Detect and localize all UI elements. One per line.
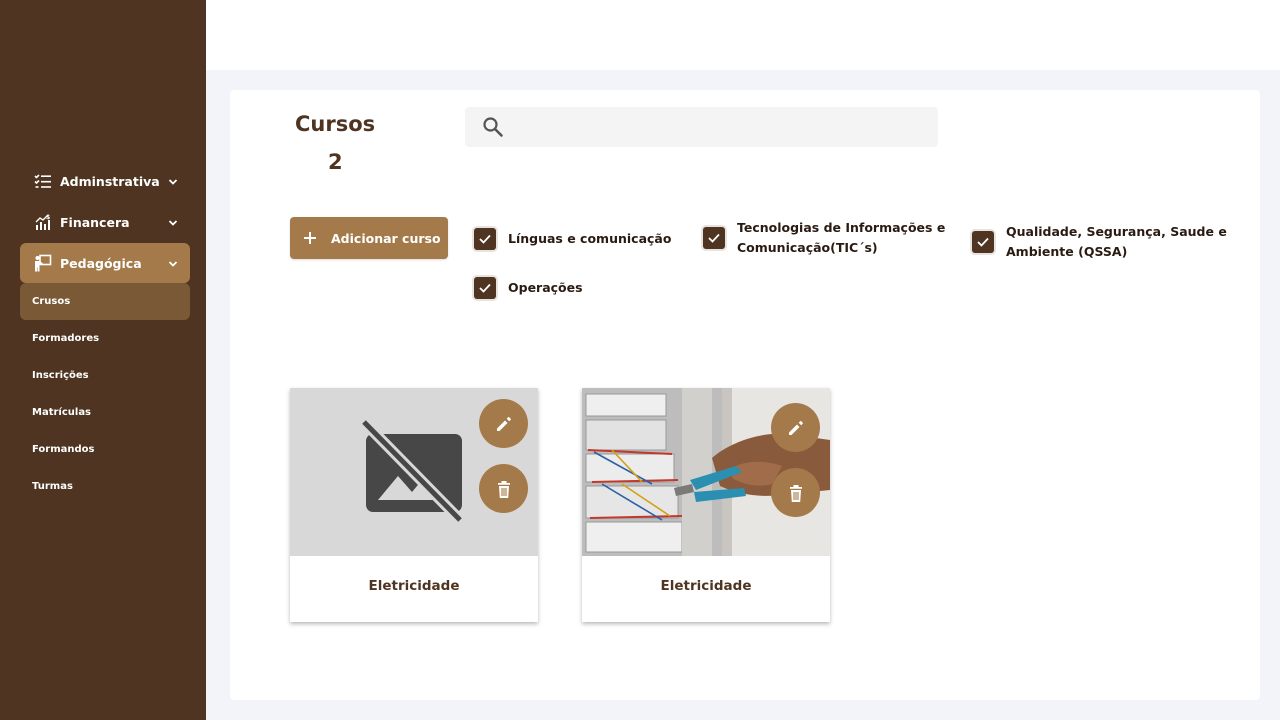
search-input[interactable] [513,113,923,141]
sidebar-subitem-label: Matrículas [32,407,92,418]
filter-label-line: Qualidade, Segurança, Saude e [1006,224,1227,239]
sidebar-item-pedagogica[interactable]: Pedagógica [20,243,190,283]
pencil-icon [496,416,511,431]
sidebar-subitem-label: Formandos [32,444,95,455]
delete-button[interactable] [771,468,820,517]
chevron-down-icon [168,175,178,190]
filter-label-line: Ambiente (QSSA) [1006,244,1128,259]
filter-label: Línguas e comunicação [508,231,672,246]
sidebar-subitem-formandos[interactable]: Formandos [20,431,190,468]
search-icon[interactable] [482,116,504,142]
sidebar-item-adminstrativa[interactable]: Adminstrativa [20,161,190,201]
course-title: Eletricidade [660,578,752,594]
filter-label-line: Comunicação(TIC´s) [737,240,878,255]
chevron-down-icon [168,216,178,231]
sidebar-subitem-label: Formadores [32,333,100,344]
checkbox-checked[interactable] [972,231,994,253]
sidebar-subitem-label: Crusos [32,296,71,307]
sidebar-subitem-label: Inscrições [32,370,89,381]
filter-label-line: Tecnologias de Informações e [737,220,946,235]
svg-text:$: $ [46,214,50,221]
course-count: 2 [328,150,343,174]
delete-button[interactable] [479,464,528,513]
checkbox-checked[interactable] [474,277,496,299]
list-icon [34,172,52,190]
sidebar-subitem-matriculas[interactable]: Matrículas [20,394,190,431]
sidebar: Adminstrativa $ Financera Pedagógica Cru… [0,0,206,720]
pencil-icon [788,420,803,435]
plus-icon [303,231,317,245]
finance-chart-icon: $ [34,213,52,231]
trash-icon [789,484,802,502]
course-card[interactable]: Eletricidade [582,388,830,622]
filter-label: Tecnologias de Informações e Comunicação… [737,218,945,258]
top-bar [206,0,1280,70]
sidebar-subitem-inscricoes[interactable]: Inscrições [20,357,190,394]
add-course-label: Adicionar curso [331,230,441,246]
sidebar-item-label: Adminstrativa [60,173,160,189]
filter-tics: Tecnologias de Informações e Comunicação… [703,218,945,258]
sidebar-subitem-label: Turmas [32,481,73,492]
course-title: Eletricidade [368,578,460,594]
page-title: Cursos [295,112,376,136]
filter-qssa: Qualidade, Segurança, Saude e Ambiente (… [972,222,1227,262]
sidebar-subitem-crusos[interactable]: Crusos [20,283,190,320]
sidebar-subitem-turmas[interactable]: Turmas [20,468,190,505]
chevron-down-icon [168,257,178,272]
edit-button[interactable] [771,403,820,452]
filter-operacoes: Operações [474,277,583,299]
sidebar-item-financera[interactable]: $ Financera [20,202,190,242]
course-card[interactable]: Eletricidade [290,388,538,622]
teacher-board-icon [34,254,52,272]
filter-label: Qualidade, Segurança, Saude e Ambiente (… [1006,222,1227,262]
search-bar [465,107,938,147]
filter-linguas-comunicacao: Línguas e comunicação [474,228,671,250]
checkbox-checked[interactable] [703,227,725,249]
sidebar-item-label: Pedagógica [60,255,142,271]
checkbox-checked[interactable] [474,228,496,250]
filter-label: Operações [508,280,583,295]
sidebar-item-label: Financera [60,214,130,230]
add-course-button[interactable]: Adicionar curso [290,217,448,259]
sidebar-subitem-formadores[interactable]: Formadores [20,320,190,357]
edit-button[interactable] [479,399,528,448]
trash-icon [497,480,510,498]
